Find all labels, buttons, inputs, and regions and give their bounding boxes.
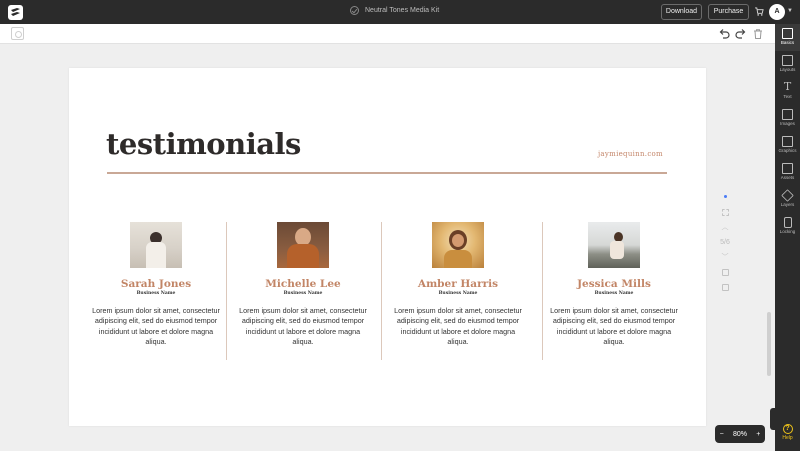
sidebar-item-label: Graphics: [778, 148, 797, 153]
zoom-in-button[interactable]: +: [756, 431, 760, 438]
purchase-button[interactable]: Purchase: [708, 4, 749, 20]
help-label: Help: [782, 435, 793, 441]
column-divider: [542, 222, 543, 360]
undo-icon[interactable]: [718, 28, 730, 40]
chevron-down-icon[interactable]: ﹀: [722, 254, 729, 261]
testimonial-name[interactable]: Sarah Jones: [91, 278, 221, 290]
vertical-scrollbar[interactable]: [767, 312, 771, 376]
testimonial-role[interactable]: Business Name: [238, 291, 368, 296]
zoom-level[interactable]: 80%: [733, 431, 747, 438]
sidebar-item-label: Assets: [780, 175, 795, 180]
testimonial-body[interactable]: Lorem ipsum dolor sit amet, consectetur …: [238, 306, 368, 347]
testimonial-photo[interactable]: [432, 222, 484, 268]
zoom-out-button[interactable]: −: [720, 431, 724, 438]
testimonial-card[interactable]: Jessica Mills Business Name Lorem ipsum …: [549, 222, 679, 347]
layouts-icon: [782, 55, 793, 66]
document-title-text: Neutral Tones Media Kit: [365, 7, 440, 14]
delete-page-icon[interactable]: [721, 284, 729, 291]
download-button[interactable]: Download: [661, 4, 702, 20]
sidebar-item-label: Layers: [780, 202, 795, 207]
top-bar: Neutral Tones Media Kit Download Purchas…: [0, 0, 800, 24]
sidebar-item-layouts[interactable]: Layouts: [775, 51, 800, 78]
testimonial-body[interactable]: Lorem ipsum dolor sit amet, consectetur …: [91, 306, 221, 347]
canvas-toolbar: [0, 24, 775, 44]
help-button[interactable]: ? Help: [775, 423, 800, 445]
avatar[interactable]: A: [769, 4, 785, 20]
column-divider: [226, 222, 227, 360]
testimonial-photo[interactable]: [130, 222, 182, 268]
sidebar-item-assets[interactable]: Assets: [775, 159, 800, 186]
text-icon: T: [783, 80, 792, 93]
sidebar-item-label: Basics: [780, 40, 795, 45]
testimonial-card[interactable]: Amber Harris Business Name Lorem ipsum d…: [393, 222, 523, 347]
zoom-control: − 80% +: [715, 425, 765, 443]
chevron-up-icon[interactable]: ︿: [722, 224, 729, 231]
sidebar-collapse-handle[interactable]: [770, 408, 776, 430]
testimonial-role[interactable]: Business Name: [91, 291, 221, 296]
chevron-down-icon[interactable]: ▼: [787, 8, 793, 14]
sidebar-item-label: Locking: [779, 229, 796, 234]
column-divider: [381, 222, 382, 360]
active-page-dot: [723, 195, 727, 198]
logo-icon[interactable]: [8, 5, 23, 20]
help-icon: ?: [782, 424, 793, 434]
basics-icon: [782, 28, 793, 39]
sidebar-item-label: Text: [783, 94, 792, 99]
testimonial-name[interactable]: Jessica Mills: [549, 278, 679, 290]
sidebar-item-label: Images: [780, 121, 795, 126]
testimonial-role[interactable]: Business Name: [393, 291, 523, 296]
heading-rule[interactable]: [107, 172, 667, 174]
sidebar-item-layers[interactable]: Layers: [775, 186, 800, 213]
cart-icon[interactable]: [755, 7, 764, 16]
saved-check-icon: [350, 6, 359, 15]
document-title[interactable]: Neutral Tones Media Kit: [350, 6, 439, 15]
sidebar-item-text[interactable]: T Text: [775, 78, 800, 105]
testimonial-body[interactable]: Lorem ipsum dolor sit amet, consectetur …: [549, 306, 679, 347]
frame-icon[interactable]: [11, 27, 24, 40]
duplicate-page-icon[interactable]: [721, 269, 729, 276]
sidebar-item-label: Layouts: [779, 67, 796, 72]
redo-icon[interactable]: [735, 28, 747, 40]
assets-icon: [782, 163, 793, 174]
testimonial-card[interactable]: Michelle Lee Business Name Lorem ipsum d…: [238, 222, 368, 347]
sidebar-item-locking[interactable]: Locking: [775, 213, 800, 240]
page-controls: ︿ 5/6 ﹀: [718, 195, 732, 299]
layers-icon: [781, 189, 794, 202]
canvas-page[interactable]: testimonials jaymiequinn.com Sarah Jones…: [69, 68, 706, 426]
testimonial-photo[interactable]: [588, 222, 640, 268]
testimonial-name[interactable]: Amber Harris: [393, 278, 523, 290]
testimonial-role[interactable]: Business Name: [549, 291, 679, 296]
trash-icon[interactable]: [752, 28, 764, 40]
tools-sidebar: Basics Layouts T Text Images Graphics As…: [775, 24, 800, 451]
page-counter: 5/6: [720, 239, 730, 246]
testimonial-body[interactable]: Lorem ipsum dolor sit amet, consectetur …: [393, 306, 523, 347]
sidebar-item-graphics[interactable]: Graphics: [775, 132, 800, 159]
testimonial-name[interactable]: Michelle Lee: [238, 278, 368, 290]
graphics-icon: [782, 136, 793, 147]
grid-icon[interactable]: [721, 209, 729, 216]
page-heading[interactable]: testimonials: [106, 127, 301, 161]
sidebar-item-basics[interactable]: Basics: [775, 24, 800, 51]
sidebar-item-images[interactable]: Images: [775, 105, 800, 132]
testimonial-card[interactable]: Sarah Jones Business Name Lorem ipsum do…: [91, 222, 221, 347]
images-icon: [782, 109, 793, 120]
website-text[interactable]: jaymiequinn.com: [598, 150, 663, 158]
testimonial-photo[interactable]: [277, 222, 329, 268]
locking-icon: [783, 217, 792, 228]
